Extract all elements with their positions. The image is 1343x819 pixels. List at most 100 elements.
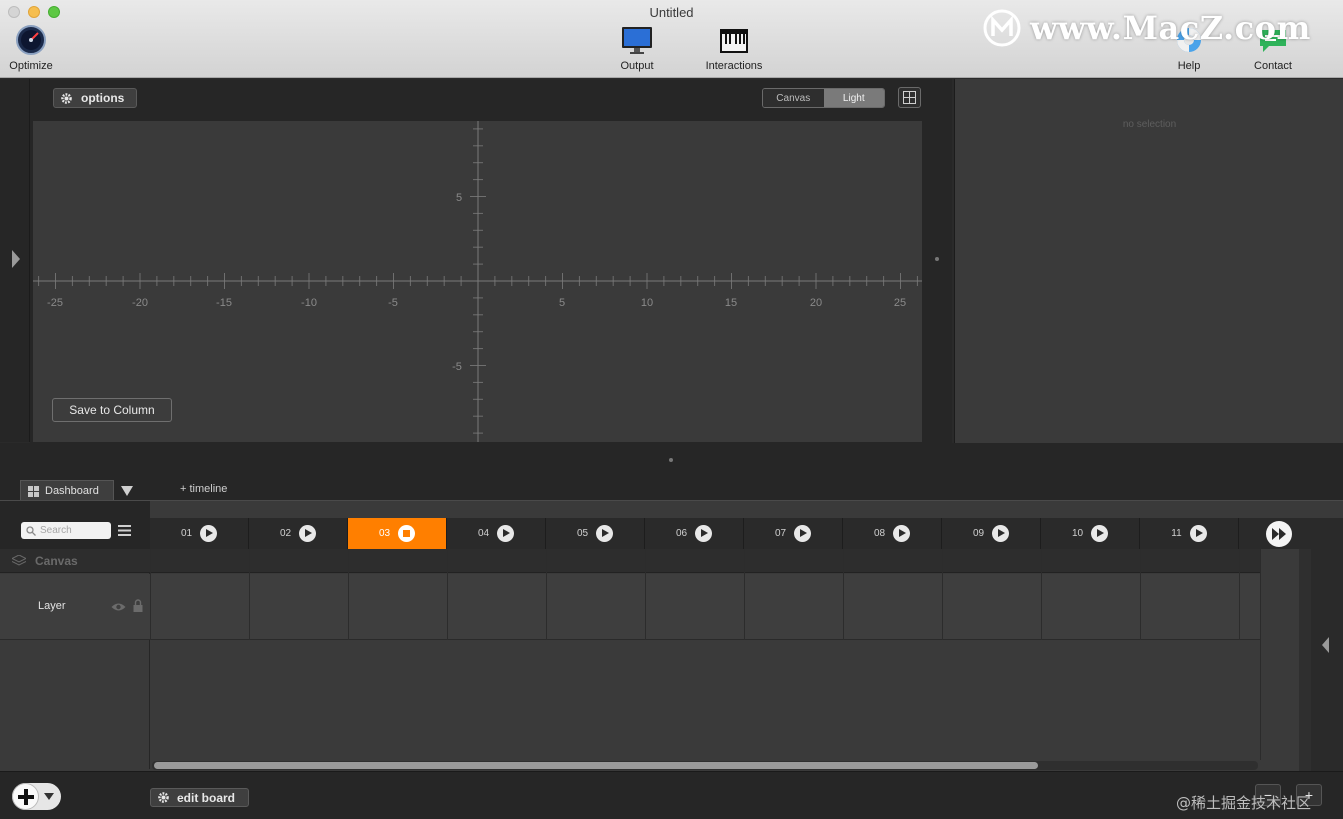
column-divider — [1239, 549, 1240, 640]
column-divider — [744, 549, 745, 640]
play-icon[interactable] — [1189, 525, 1207, 542]
view-mode-toggle[interactable]: Canvas Light — [762, 88, 885, 108]
play-icon[interactable] — [596, 525, 614, 542]
column-divider — [150, 549, 151, 640]
monitor-icon — [622, 27, 652, 54]
x-tick-label: 10 — [641, 297, 653, 309]
dashboard-dropdown-icon[interactable] — [121, 486, 133, 496]
column-label: 01 — [180, 528, 193, 539]
bottom-bar: edit board − + — [0, 771, 1343, 819]
column-divider — [249, 549, 250, 640]
optimize-tool[interactable]: Optimize — [2, 24, 60, 72]
list-menu-icon[interactable] — [118, 525, 131, 536]
column-label: 11 — [1171, 528, 1182, 539]
chevron-down-icon — [44, 793, 54, 800]
splitter-handle[interactable] — [935, 257, 939, 261]
canvas-group-label: Canvas — [35, 554, 78, 568]
master-column — [1260, 549, 1300, 760]
column-header-05[interactable]: 05 — [546, 518, 645, 549]
edit-board-button[interactable]: edit board — [150, 788, 249, 807]
layer-row[interactable]: Layer — [0, 574, 1300, 640]
x-tick-label: 15 — [725, 297, 737, 309]
save-to-column-button[interactable]: Save to Column — [52, 398, 172, 422]
fast-forward-icon — [1272, 528, 1286, 540]
play-icon[interactable] — [497, 525, 515, 542]
play-icon[interactable] — [200, 525, 218, 542]
play-icon[interactable] — [992, 525, 1010, 542]
column-label: 07 — [774, 528, 787, 539]
x-tick-label: 25 — [894, 297, 906, 309]
master-column-header — [1239, 518, 1311, 549]
dashboard-tab-row: Dashboard + timeline — [0, 443, 1343, 501]
column-header-08[interactable]: 08 — [843, 518, 942, 549]
play-icon[interactable] — [794, 525, 812, 542]
column-divider — [348, 549, 349, 640]
play-icon[interactable] — [1091, 525, 1109, 542]
eye-icon[interactable] — [111, 602, 126, 612]
gear-icon — [158, 792, 169, 803]
column-divider — [1140, 549, 1141, 640]
column-divider — [942, 549, 943, 640]
play-icon[interactable] — [893, 525, 911, 542]
dashboard-tab-label: Dashboard — [45, 485, 99, 497]
expand-right-panel-icon[interactable] — [1321, 636, 1330, 654]
right-panel-strip — [1311, 518, 1343, 771]
interactions-tool[interactable]: Interactions — [701, 24, 767, 72]
column-header-04[interactable]: 04 — [447, 518, 546, 549]
options-button[interactable]: options — [53, 88, 137, 108]
add-timeline-button[interactable]: + timeline — [180, 483, 227, 495]
horizontal-scrollbar-thumb[interactable] — [154, 762, 1038, 769]
footer-credit: @稀土掘金技术社区 — [1176, 794, 1312, 812]
canvas-stage[interactable]: -25 -20 -15 -10 -5 5 10 15 20 25 5 -5 Sa… — [33, 121, 922, 442]
column-header-07[interactable]: 07 — [744, 518, 843, 549]
column-divider — [843, 549, 844, 640]
optimize-label: Optimize — [9, 60, 53, 72]
column-label: 06 — [675, 528, 688, 539]
column-divider — [546, 549, 547, 640]
x-tick-label: -10 — [301, 297, 317, 309]
add-menu-button[interactable] — [12, 783, 61, 810]
splitter-handle[interactable] — [669, 458, 673, 462]
output-tool[interactable]: Output — [609, 24, 665, 72]
lock-icon[interactable] — [133, 599, 143, 612]
column-divider — [447, 549, 448, 640]
fast-forward-button[interactable] — [1266, 521, 1292, 547]
stop-icon[interactable] — [398, 525, 416, 542]
y-tick-label: 5 — [456, 192, 462, 204]
coordinate-axes: -25 -20 -15 -10 -5 5 10 15 20 25 5 -5 — [33, 121, 922, 442]
search-icon — [26, 525, 36, 536]
search-placeholder: Search — [40, 525, 72, 536]
options-label: options — [81, 91, 125, 105]
column-header-01[interactable]: 01 — [150, 518, 249, 549]
column-header-06[interactable]: 06 — [645, 518, 744, 549]
search-field[interactable]: Search — [21, 522, 111, 539]
x-tick-label: 5 — [559, 297, 565, 309]
x-tick-label: -25 — [47, 297, 63, 309]
column-header-02[interactable]: 02 — [249, 518, 348, 549]
column-header-11[interactable]: 11 — [1140, 518, 1239, 549]
x-tick-label: -15 — [216, 297, 232, 309]
layer-label: Layer — [38, 600, 66, 612]
expand-left-panel-icon[interactable] — [11, 249, 21, 269]
play-icon[interactable] — [695, 525, 713, 542]
view-mode-light[interactable]: Light — [823, 89, 884, 107]
column-label: 05 — [576, 528, 589, 539]
x-tick-label: -20 — [132, 297, 148, 309]
dashboard-tab[interactable]: Dashboard — [20, 480, 114, 501]
watermark: www.MacZ.com — [982, 8, 1311, 48]
canvas-group-row[interactable]: Canvas — [0, 549, 1300, 573]
column-header-09[interactable]: 09 — [942, 518, 1041, 549]
vertical-scroll-area[interactable] — [1299, 549, 1311, 771]
grid-layout-button[interactable] — [898, 87, 921, 108]
watermark-logo-icon — [983, 9, 1021, 47]
play-icon[interactable] — [299, 525, 317, 542]
add-button[interactable] — [12, 783, 39, 810]
column-header-10[interactable]: 10 — [1041, 518, 1140, 549]
column-header-03[interactable]: 03 — [348, 518, 447, 549]
view-mode-canvas[interactable]: Canvas — [763, 89, 824, 107]
plus-icon — [18, 789, 34, 805]
keyboard-icon — [720, 29, 748, 53]
column-label: 04 — [477, 528, 490, 539]
left-panel-strip — [0, 79, 30, 442]
dashboard-grid-icon — [28, 485, 39, 497]
